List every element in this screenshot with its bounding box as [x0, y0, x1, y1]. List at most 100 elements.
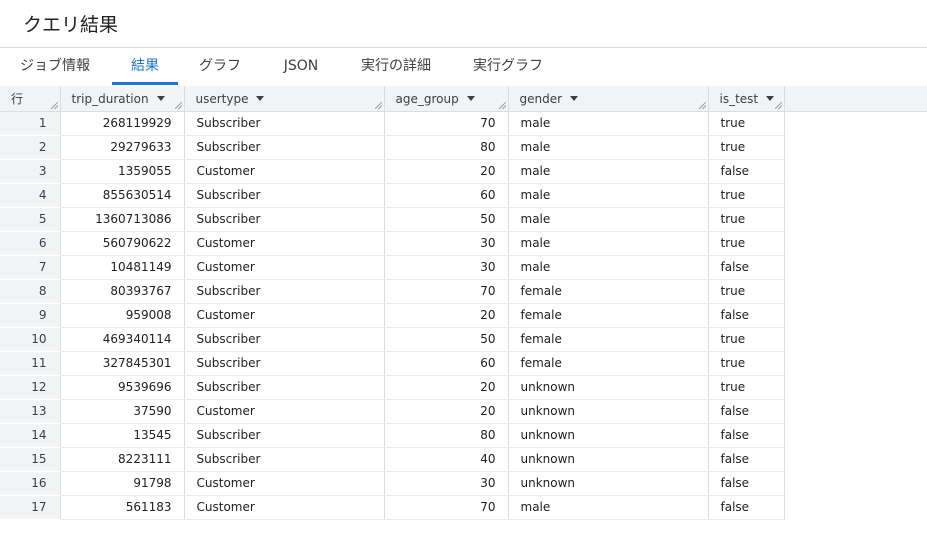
cell-trip-duration[interactable]: 29279633	[60, 135, 185, 160]
column-header-gender[interactable]: gender	[508, 86, 709, 112]
cell-age-group[interactable]: 70	[384, 495, 509, 520]
cell-trip-duration[interactable]: 1359055	[60, 159, 185, 184]
cell-age-group[interactable]: 30	[384, 231, 509, 256]
cell-gender[interactable]: female	[508, 279, 709, 304]
cell-gender[interactable]: male	[508, 207, 709, 232]
cell-gender[interactable]: unknown	[508, 399, 709, 424]
tab-chart[interactable]: グラフ	[196, 48, 244, 84]
table-row[interactable]: 11 327845301 Subscriber 60 female true	[0, 351, 927, 376]
cell-is-test[interactable]: true	[708, 135, 785, 160]
cell-usertype[interactable]: Customer	[184, 231, 385, 256]
cell-gender[interactable]: female	[508, 303, 709, 328]
table-row[interactable]: 9 959008 Customer 20 female false	[0, 303, 927, 328]
table-row[interactable]: 10 469340114 Subscriber 50 female true	[0, 327, 927, 352]
caret-down-icon[interactable]	[466, 96, 475, 101]
resize-grip-icon[interactable]	[374, 101, 382, 109]
cell-trip-duration[interactable]: 80393767	[60, 279, 185, 304]
cell-is-test[interactable]: true	[708, 207, 785, 232]
caret-down-icon[interactable]	[570, 96, 579, 101]
cell-trip-duration[interactable]: 268119929	[60, 111, 185, 136]
cell-usertype[interactable]: Customer	[184, 255, 385, 280]
cell-is-test[interactable]: true	[708, 231, 785, 256]
cell-is-test[interactable]: false	[708, 447, 785, 472]
cell-is-test[interactable]: true	[708, 111, 785, 136]
cell-age-group[interactable]: 30	[384, 255, 509, 280]
cell-usertype[interactable]: Subscriber	[184, 351, 385, 376]
cell-is-test[interactable]: true	[708, 351, 785, 376]
resize-grip-icon[interactable]	[50, 101, 58, 109]
column-header-age-group[interactable]: age_group	[384, 86, 509, 112]
cell-usertype[interactable]: Customer	[184, 399, 385, 424]
cell-trip-duration[interactable]: 561183	[60, 495, 185, 520]
tab-execution-graph[interactable]: 実行グラフ	[470, 48, 546, 84]
table-row[interactable]: 12 9539696 Subscriber 20 unknown true	[0, 375, 927, 400]
cell-is-test[interactable]: true	[708, 279, 785, 304]
cell-age-group[interactable]: 50	[384, 207, 509, 232]
cell-is-test[interactable]: false	[708, 495, 785, 520]
table-row[interactable]: 4 855630514 Subscriber 60 male true	[0, 183, 927, 208]
table-row[interactable]: 1 268119929 Subscriber 70 male true	[0, 111, 927, 136]
cell-age-group[interactable]: 80	[384, 423, 509, 448]
resize-grip-icon[interactable]	[498, 101, 506, 109]
cell-gender[interactable]: male	[508, 135, 709, 160]
cell-age-group[interactable]: 50	[384, 327, 509, 352]
cell-is-test[interactable]: false	[708, 159, 785, 184]
resize-grip-icon[interactable]	[698, 101, 706, 109]
cell-gender[interactable]: unknown	[508, 471, 709, 496]
cell-is-test[interactable]: true	[708, 327, 785, 352]
cell-trip-duration[interactable]: 91798	[60, 471, 185, 496]
cell-gender[interactable]: male	[508, 255, 709, 280]
cell-age-group[interactable]: 70	[384, 279, 509, 304]
cell-usertype[interactable]: Subscriber	[184, 447, 385, 472]
cell-age-group[interactable]: 20	[384, 399, 509, 424]
cell-trip-duration[interactable]: 9539696	[60, 375, 185, 400]
table-row[interactable]: 5 1360713086 Subscriber 50 male true	[0, 207, 927, 232]
tab-execution-details[interactable]: 実行の詳細	[358, 48, 434, 84]
cell-gender[interactable]: unknown	[508, 447, 709, 472]
cell-age-group[interactable]: 70	[384, 111, 509, 136]
cell-age-group[interactable]: 60	[384, 351, 509, 376]
cell-gender[interactable]: unknown	[508, 423, 709, 448]
column-header-usertype[interactable]: usertype	[184, 86, 385, 112]
cell-age-group[interactable]: 20	[384, 159, 509, 184]
cell-usertype[interactable]: Customer	[184, 471, 385, 496]
cell-usertype[interactable]: Subscriber	[184, 207, 385, 232]
cell-usertype[interactable]: Subscriber	[184, 375, 385, 400]
cell-is-test[interactable]: false	[708, 255, 785, 280]
cell-trip-duration[interactable]: 327845301	[60, 351, 185, 376]
cell-is-test[interactable]: true	[708, 183, 785, 208]
cell-age-group[interactable]: 60	[384, 183, 509, 208]
cell-age-group[interactable]: 20	[384, 375, 509, 400]
cell-gender[interactable]: male	[508, 183, 709, 208]
cell-trip-duration[interactable]: 855630514	[60, 183, 185, 208]
cell-age-group[interactable]: 20	[384, 303, 509, 328]
table-row[interactable]: 8 80393767 Subscriber 70 female true	[0, 279, 927, 304]
cell-age-group[interactable]: 80	[384, 135, 509, 160]
cell-is-test[interactable]: false	[708, 471, 785, 496]
cell-trip-duration[interactable]: 959008	[60, 303, 185, 328]
cell-usertype[interactable]: Customer	[184, 303, 385, 328]
resize-grip-icon[interactable]	[174, 101, 182, 109]
cell-usertype[interactable]: Subscriber	[184, 111, 385, 136]
cell-gender[interactable]: male	[508, 111, 709, 136]
cell-gender[interactable]: female	[508, 327, 709, 352]
table-row[interactable]: 7 10481149 Customer 30 male false	[0, 255, 927, 280]
cell-age-group[interactable]: 40	[384, 447, 509, 472]
cell-is-test[interactable]: false	[708, 303, 785, 328]
cell-usertype[interactable]: Subscriber	[184, 135, 385, 160]
cell-trip-duration[interactable]: 10481149	[60, 255, 185, 280]
cell-gender[interactable]: unknown	[508, 375, 709, 400]
cell-usertype[interactable]: Subscriber	[184, 279, 385, 304]
table-row[interactable]: 16 91798 Customer 30 unknown false	[0, 471, 927, 496]
cell-gender[interactable]: female	[508, 351, 709, 376]
cell-trip-duration[interactable]: 469340114	[60, 327, 185, 352]
column-header-trip-duration[interactable]: trip_duration	[60, 86, 185, 112]
tab-results[interactable]: 結果	[112, 48, 178, 85]
table-row[interactable]: 3 1359055 Customer 20 male false	[0, 159, 927, 184]
cell-trip-duration[interactable]: 37590	[60, 399, 185, 424]
caret-down-icon[interactable]	[256, 96, 265, 101]
resize-grip-icon[interactable]	[774, 101, 782, 109]
cell-is-test[interactable]: false	[708, 399, 785, 424]
cell-usertype[interactable]: Subscriber	[184, 183, 385, 208]
tab-json[interactable]: JSON	[279, 48, 323, 84]
